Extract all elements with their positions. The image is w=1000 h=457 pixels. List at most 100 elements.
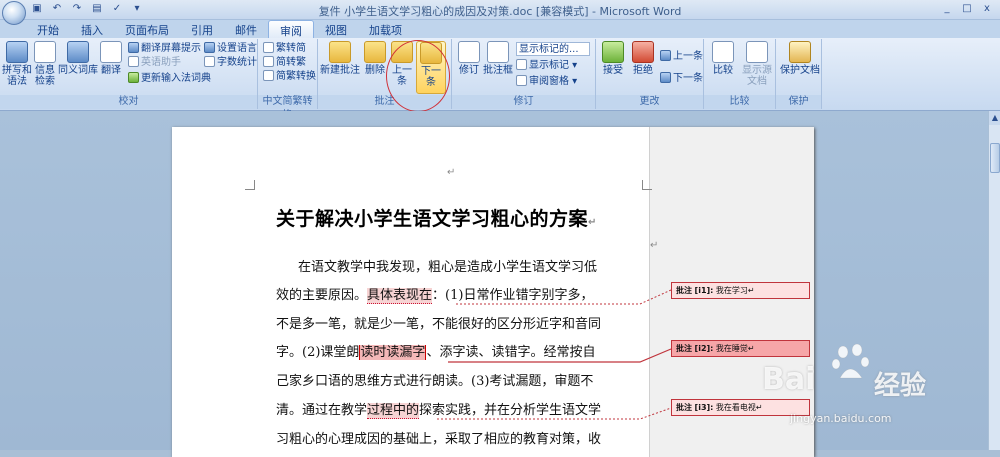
document-line[interactable]: 不是多一笔，就是少一笔，不能很好的区分形近字和音同 [276, 315, 601, 335]
document-line[interactable]: 清。通过在教学过程中的探索实践，并在分析学生语文学 [276, 401, 601, 421]
changes-group: 接受 拒绝 上一条 下一条 更改 [596, 39, 704, 109]
next-comment-button[interactable]: 下一 条 [416, 41, 446, 94]
research-button[interactable]: 信息 检索 [28, 41, 62, 87]
delete-comment-icon [364, 41, 386, 63]
ribbon: 拼写和 语法 信息 检索 同义词库 翻译 翻译屏幕提示 ▾ 英语助手 更新输入法… [0, 38, 1000, 121]
balloons-icon [487, 41, 509, 63]
margin-corner-mark [245, 180, 255, 190]
tab-addins[interactable]: 加载项 [358, 20, 413, 38]
minimize-button[interactable]: _ [938, 2, 956, 16]
maximize-button[interactable]: □ [958, 2, 976, 16]
proofing-group: 拼写和 语法 信息 检索 同义词库 翻译 翻译屏幕提示 ▾ 英语助手 更新输入法… [0, 39, 258, 109]
traditional-to-simplified-button[interactable]: 繁转简 [263, 42, 306, 56]
tooltip-icon [128, 42, 139, 53]
display-for-review-dropdown[interactable]: 显示标记的... [516, 42, 590, 56]
word-count-button[interactable]: 字数统计 [204, 56, 257, 70]
thesaurus-button[interactable]: 同义词库 [58, 41, 98, 76]
s2t-icon [263, 56, 274, 67]
lock-icon [789, 41, 811, 63]
thesaurus-icon [67, 41, 89, 63]
previous-comment-button[interactable]: 上一 条 [388, 41, 416, 87]
reject-icon [632, 41, 654, 63]
language-icon [204, 42, 215, 53]
document-title[interactable]: 关于解决小学生语文学习粗心的方案↵ [276, 204, 597, 231]
window-title: 复件 小学生语文学习粗心的成因及对策.doc [兼容模式] - Microsof… [318, 5, 682, 18]
show-markup-icon [516, 59, 527, 70]
commented-text-1[interactable]: 具体表现在 [367, 288, 433, 304]
new-comment-icon [329, 41, 351, 63]
delete-comment-button[interactable]: 删除 [358, 41, 392, 76]
accept-button[interactable]: 接受 [596, 41, 630, 76]
close-button[interactable]: x [978, 2, 996, 16]
accept-icon [602, 41, 624, 63]
scroll-thumb[interactable] [990, 143, 1000, 173]
document-line[interactable]: 字。(2)课堂朗读时读漏字、添字读、读错字。经常按自 [276, 343, 595, 363]
balloons-button[interactable]: 批注框 [480, 41, 516, 76]
paragraph-mark: ↵ [650, 240, 659, 251]
tracking-label: 修订 [452, 95, 595, 109]
tab-insert[interactable]: 插入 [70, 20, 114, 38]
office-button[interactable] [2, 1, 26, 25]
show-source-documents-button[interactable]: 显示源文档 [740, 41, 774, 87]
update-ime-dictionary-button[interactable]: 更新输入法词典 [128, 72, 211, 86]
comment-balloon[interactable]: 批注 [i1]: 我在学习↵ [671, 282, 810, 299]
commented-text-3[interactable]: 过程中的 [367, 403, 420, 419]
spelling-icon [6, 41, 28, 63]
scroll-up-icon[interactable]: ▲ [989, 111, 1000, 125]
reject-button[interactable]: 拒绝 [626, 41, 660, 76]
document-line[interactable]: 习粗心的心理成因的基础上，采取了相应的教育对策，收 [276, 430, 601, 450]
tab-view[interactable]: 视图 [314, 20, 358, 38]
commented-text-2[interactable]: 读时读漏字 [359, 345, 427, 360]
previous-change-icon [660, 50, 671, 61]
tab-home[interactable]: 开始 [26, 20, 70, 38]
translation-tooltip-button[interactable]: 翻译屏幕提示 ▾ [128, 42, 209, 56]
compare-icon [712, 41, 734, 63]
baidu-paw-logo [832, 343, 870, 379]
watermark-url: jingyan.baidu.com [790, 412, 892, 425]
chinese-conversion-group: 繁转简 简转繁 简繁转换 中文简繁转换 [258, 39, 318, 121]
chinese-conversion-label: 中文简繁转换 [258, 95, 317, 121]
set-language-button[interactable]: 设置语言 [204, 42, 257, 56]
track-changes-icon [458, 41, 480, 63]
conversion-icon [263, 70, 274, 81]
tab-mailings[interactable]: 邮件 [224, 20, 268, 38]
compare-label: 比较 [704, 95, 775, 109]
vertical-scrollbar[interactable]: ▲ [988, 111, 1000, 450]
document-line[interactable]: 己家乡口语的思维方式进行朗读。(3)考试漏题，审题不 [276, 372, 593, 392]
comments-group: 新建批注 删除 上一 条 下一 条 批注 [318, 39, 452, 109]
book-icon [34, 41, 56, 63]
watermark-brand: Bai [762, 362, 816, 397]
english-assistant-button[interactable]: 英语助手 [128, 56, 181, 70]
protect-group: 保护文档 保护 [776, 39, 822, 109]
document-line[interactable]: 在语文教学中我发现，粗心是造成小学生语文学习低 [298, 258, 597, 278]
next-comment-icon [420, 42, 442, 64]
new-comment-button[interactable]: 新建批注 [320, 41, 360, 76]
update-icon [128, 72, 139, 83]
compare-button[interactable]: 比较 [706, 41, 740, 76]
tracking-group: 修订 批注框 显示标记的... 显示标记 ▾ 审阅窗格 ▾ 修订 [452, 39, 596, 109]
source-documents-icon [746, 41, 768, 63]
previous-change-button[interactable]: 上一条 [660, 50, 703, 64]
document-line[interactable]: 效的主要原因。具体表现在：(1)日常作业错字别字多， [276, 286, 593, 306]
simplified-to-traditional-button[interactable]: 简转繁 [263, 56, 306, 70]
changes-label: 更改 [596, 95, 703, 109]
compare-group: 比较 显示源文档 比较 [704, 39, 776, 109]
ribbon-tabs: 开始 插入 页面布局 引用 邮件 审阅 视图 加载项 [0, 20, 1000, 38]
word-count-icon [204, 56, 215, 67]
tab-page-layout[interactable]: 页面布局 [114, 20, 180, 38]
translate-button[interactable]: 翻译 [94, 41, 128, 76]
protect-document-button[interactable]: 保护文档 [780, 41, 820, 76]
next-change-icon [660, 72, 671, 83]
next-change-button[interactable]: 下一条 [660, 72, 703, 86]
tab-review[interactable]: 审阅 [268, 20, 314, 38]
paragraph-mark: ↵ [447, 167, 456, 178]
comment-balloon[interactable]: 批注 [i2]: 我在睡觉↵ [671, 340, 810, 357]
title-bar: ▣ ↶ ↷ ▤ ✓ ▾ 复件 小学生语文学习粗心的成因及对策.doc [兼容模式… [0, 0, 1000, 25]
tab-references[interactable]: 引用 [180, 20, 224, 38]
chinese-conversion-button[interactable]: 简繁转换 [263, 70, 316, 84]
reviewing-pane-button[interactable]: 审阅窗格 ▾ [516, 75, 577, 89]
watermark-brand-cn: 经验 [874, 371, 927, 401]
window-controls: _ □ x [938, 2, 996, 16]
show-markup-button[interactable]: 显示标记 ▾ [516, 59, 577, 73]
translate-icon [100, 41, 122, 63]
